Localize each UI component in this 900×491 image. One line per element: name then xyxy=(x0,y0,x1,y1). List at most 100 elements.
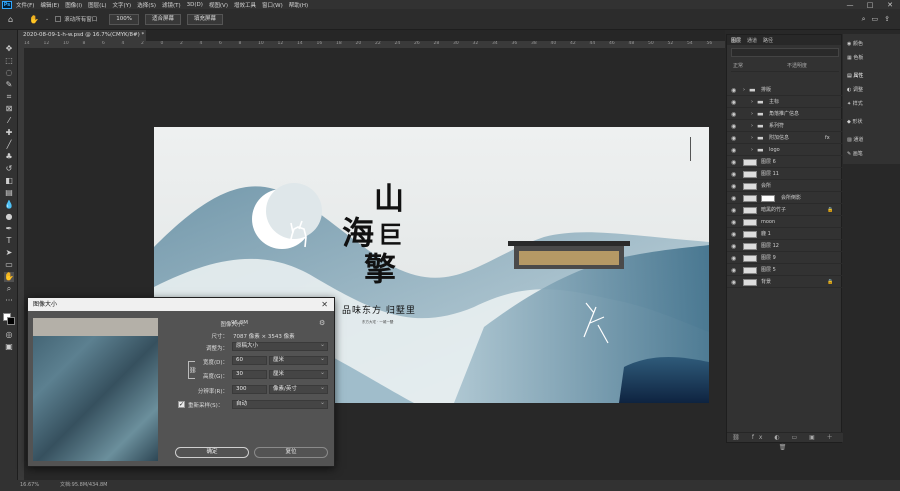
rectangle-tool-icon[interactable]: ▭ xyxy=(4,260,14,270)
home-icon[interactable]: ⌂ xyxy=(8,15,13,24)
resample-select[interactable]: 自动 xyxy=(232,399,328,409)
tab-layers[interactable]: 图层 xyxy=(731,37,741,44)
healing-brush-tool-icon[interactable]: ✚ xyxy=(4,128,14,138)
tab-paths[interactable]: 路径 xyxy=(763,37,773,44)
search-icon[interactable]: ⌕ xyxy=(862,15,866,24)
layer-row[interactable]: ◉ 图层 9 xyxy=(727,253,843,264)
menu-help[interactable]: 帮助(H) xyxy=(289,1,308,9)
width-input[interactable]: 60 xyxy=(232,356,267,365)
image-preview[interactable] xyxy=(33,318,158,461)
visibility-eye-icon[interactable]: ◉ xyxy=(731,229,736,240)
pen-tool-icon[interactable]: ✒ xyxy=(4,224,14,234)
layer-row[interactable]: ◉ 会所 xyxy=(727,181,843,192)
fx-icon[interactable]: fx xyxy=(825,133,830,144)
resample-checkbox[interactable]: ✓ xyxy=(178,401,185,408)
chevron-down-icon[interactable]: ⌄ xyxy=(45,16,49,22)
fit-screen-button[interactable]: 适合屏幕 xyxy=(145,13,182,25)
visibility-eye-icon[interactable]: ◉ xyxy=(731,277,736,288)
close-window-button[interactable]: ✕ xyxy=(880,1,900,9)
zoom-level[interactable]: 16.67% xyxy=(20,480,39,491)
layer-row[interactable]: ◉ › ▬ 角落推广信息 xyxy=(727,109,843,120)
chevron-right-icon[interactable]: › xyxy=(751,121,753,132)
reset-button[interactable]: 复位 xyxy=(254,447,328,458)
layer-row[interactable]: ◉ 图层 6 xyxy=(727,157,843,168)
tab-channels[interactable]: 通道 xyxy=(747,37,757,44)
side-item-adjustments[interactable]: ◐ 调整 xyxy=(847,86,863,93)
brush-tool-icon[interactable]: ╱ xyxy=(4,140,14,150)
visibility-eye-icon[interactable]: ◉ xyxy=(731,121,736,132)
menu-image[interactable]: 图像(I) xyxy=(65,1,82,9)
eraser-tool-icon[interactable]: ◧ xyxy=(4,176,14,186)
gradient-tool-icon[interactable]: ▤ xyxy=(4,188,14,198)
visibility-eye-icon[interactable]: ◉ xyxy=(731,241,736,252)
layer-row[interactable]: ◉ 图层 12 xyxy=(727,241,843,252)
side-item-styles[interactable]: ✦ 样式 xyxy=(847,100,863,107)
path-select-tool-icon[interactable]: ➤ xyxy=(4,248,14,258)
workspace-icon[interactable]: ▭ xyxy=(872,15,879,23)
visibility-eye-icon[interactable]: ◉ xyxy=(731,193,736,204)
layer-row[interactable]: ◉ › ▬ 附加信息 fx xyxy=(727,133,843,144)
marquee-tool-icon[interactable]: ⬚ xyxy=(4,56,14,66)
minimize-button[interactable]: — xyxy=(840,1,860,9)
visibility-eye-icon[interactable]: ◉ xyxy=(731,97,736,108)
menu-view[interactable]: 视图(V) xyxy=(209,1,228,9)
visibility-eye-icon[interactable]: ◉ xyxy=(731,145,736,156)
share-icon[interactable]: ⇪ xyxy=(884,15,890,23)
menu-filter[interactable]: 滤镜(T) xyxy=(162,1,181,9)
chevron-right-icon[interactable]: › xyxy=(751,109,753,120)
menu-plugins[interactable]: 增效工具 xyxy=(234,1,256,9)
chevron-right-icon[interactable]: › xyxy=(751,145,753,156)
visibility-eye-icon[interactable]: ◉ xyxy=(731,181,736,192)
close-dialog-icon[interactable]: ✕ xyxy=(321,298,328,311)
dodge-tool-icon[interactable]: ● xyxy=(4,212,14,222)
resolution-unit-select[interactable]: 像素/英寸 xyxy=(269,384,328,394)
chevron-right-icon[interactable]: › xyxy=(751,97,753,108)
side-item-swatches[interactable]: ▦ 色板 xyxy=(847,54,863,61)
document-tab[interactable]: 2020-08-09-1-h-w.psd @ 16.7%(CMYK/8#) * … xyxy=(18,30,146,41)
visibility-eye-icon[interactable]: ◉ xyxy=(731,253,736,264)
blur-tool-icon[interactable]: 💧 xyxy=(4,200,14,210)
width-unit-select[interactable]: 厘米 xyxy=(269,355,328,365)
zoom-100-button[interactable]: 100% xyxy=(109,13,139,25)
layer-row[interactable]: ◉ 暗黑的竹子 🔒 xyxy=(727,205,843,216)
chevron-right-icon[interactable]: › xyxy=(751,133,753,144)
side-item-channels[interactable]: ▨ 通道 xyxy=(847,136,863,143)
fill-screen-button[interactable]: 填充屏幕 xyxy=(187,13,224,25)
hand-tool-icon[interactable]: ✋ xyxy=(29,15,39,24)
visibility-eye-icon[interactable]: ◉ xyxy=(731,169,736,180)
clone-stamp-tool-icon[interactable]: ♣ xyxy=(4,152,14,162)
frame-tool-icon[interactable]: ⊠ xyxy=(4,104,14,114)
more-tools-icon[interactable]: ··· xyxy=(4,296,14,306)
side-item-shapes[interactable]: ◆ 形状 xyxy=(847,118,862,125)
hand-tool-icon[interactable]: ✋ xyxy=(4,272,14,282)
side-item-color[interactable]: ◉ 颜色 xyxy=(847,40,863,47)
visibility-eye-icon[interactable]: ◉ xyxy=(731,85,736,96)
gear-icon[interactable]: ⚙ xyxy=(319,319,325,327)
maximize-button[interactable]: □ xyxy=(860,1,880,9)
layers-footer[interactable]: ⛓ fx ◐ ▭ ▣ ＋ 🗑 xyxy=(727,432,843,451)
quick-mask-icon[interactable]: ◎ xyxy=(4,330,14,340)
menu-select[interactable]: 选择(S) xyxy=(137,1,156,9)
fit-to-select[interactable]: 原稿大小 xyxy=(232,341,328,351)
side-item-brushes[interactable]: ✎ 画笔 xyxy=(847,150,863,157)
visibility-eye-icon[interactable]: ◉ xyxy=(731,133,736,144)
lasso-tool-icon[interactable]: ◌ xyxy=(4,68,14,78)
menu-file[interactable]: 文件(F) xyxy=(16,1,34,9)
type-tool-icon[interactable]: T xyxy=(4,236,14,246)
blend-mode-select[interactable]: 正常 xyxy=(733,62,743,69)
layer-row[interactable]: ◉ 图层 11 xyxy=(727,169,843,180)
menu-layer[interactable]: 图层(L) xyxy=(88,1,106,9)
quick-select-tool-icon[interactable]: ✎ xyxy=(4,80,14,90)
eyedropper-tool-icon[interactable]: ⁄ xyxy=(4,116,14,126)
scroll-all-windows-checkbox[interactable]: 滚动所有窗口 xyxy=(55,15,97,23)
layer-row[interactable]: ◉ › ▬ 主标 xyxy=(727,97,843,108)
layer-filter-bar[interactable] xyxy=(731,48,839,57)
crop-tool-icon[interactable]: ⌗ xyxy=(4,92,14,102)
layer-row[interactable]: ◉ › ▬ 排版 xyxy=(727,85,843,96)
ok-button[interactable]: 确定 xyxy=(175,447,249,458)
visibility-eye-icon[interactable]: ◉ xyxy=(731,205,736,216)
visibility-eye-icon[interactable]: ◉ xyxy=(731,265,736,276)
screen-mode-icon[interactable]: ▣ xyxy=(4,342,14,352)
menu-type[interactable]: 文字(Y) xyxy=(113,1,132,9)
visibility-eye-icon[interactable]: ◉ xyxy=(731,157,736,168)
